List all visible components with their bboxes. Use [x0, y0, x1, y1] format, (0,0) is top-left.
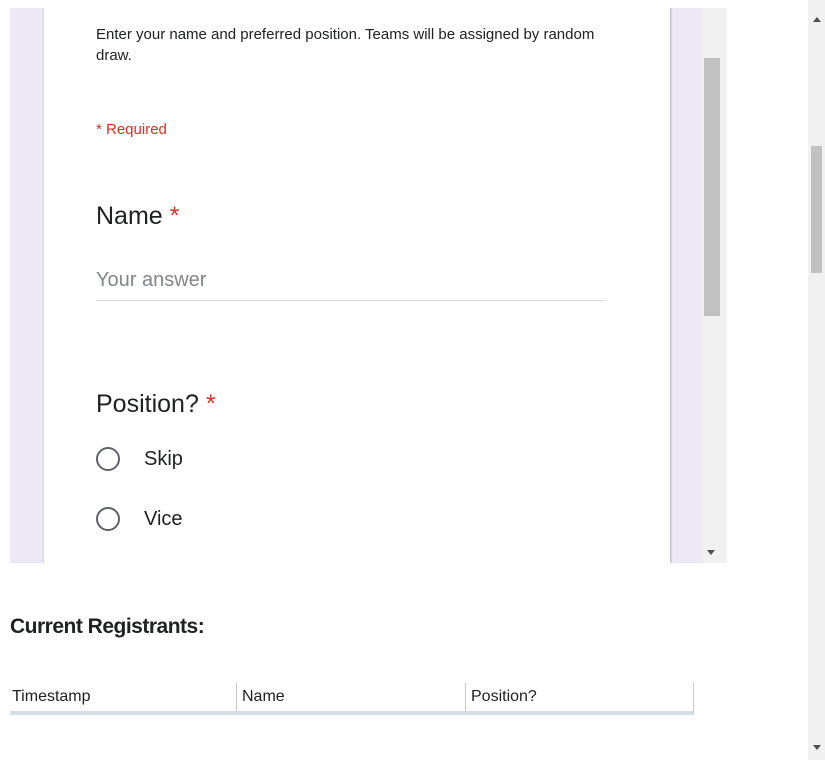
- radio-option-skip[interactable]: Skip: [96, 447, 183, 471]
- column-header-name[interactable]: Name: [237, 683, 466, 711]
- registrants-table: Timestamp Name Position?: [10, 683, 694, 715]
- name-input[interactable]: Your answer: [96, 269, 606, 301]
- page-scrollbar-thumb[interactable]: [811, 146, 822, 273]
- required-note: * Required: [96, 121, 167, 138]
- iframe-scrollbar-thumb[interactable]: [704, 58, 720, 316]
- form-description: Enter your name and preferred position. …: [96, 26, 595, 64]
- radio-circle-icon[interactable]: [96, 507, 120, 531]
- registrants-heading: Current Registrants:: [10, 615, 205, 638]
- name-question-label: Name: [96, 202, 163, 230]
- radio-label: Skip: [144, 447, 183, 470]
- scroll-up-arrow-icon[interactable]: [813, 17, 821, 22]
- scroll-down-arrow-icon[interactable]: [707, 550, 715, 555]
- iframe-scrollbar[interactable]: [702, 8, 727, 563]
- position-question-label: Position?: [96, 390, 199, 418]
- position-question-title: Position? *: [96, 390, 216, 419]
- column-header-timestamp[interactable]: Timestamp: [10, 683, 237, 711]
- name-question-title: Name *: [96, 202, 179, 231]
- radio-label: Vice: [144, 507, 183, 530]
- scroll-down-arrow-icon[interactable]: [813, 745, 821, 750]
- radio-option-vice[interactable]: Vice: [96, 507, 183, 531]
- column-header-position[interactable]: Position?: [466, 683, 693, 711]
- required-asterisk: *: [205, 390, 216, 418]
- form-card: Enter your name and preferred position. …: [44, 8, 670, 563]
- form-iframe: Enter your name and preferred position. …: [10, 8, 727, 563]
- page-scrollbar[interactable]: [808, 0, 825, 760]
- radio-circle-icon[interactable]: [96, 447, 120, 471]
- required-asterisk: *: [169, 202, 180, 230]
